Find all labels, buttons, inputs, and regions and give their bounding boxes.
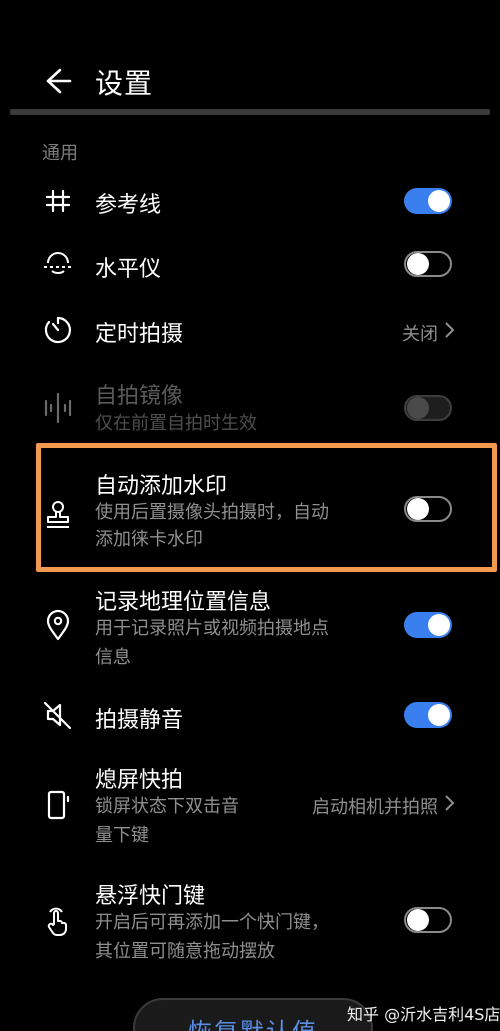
toggle-knob — [407, 253, 429, 275]
setting-row-mirror[interactable]: 自拍镜像 仅在前置自拍时生效 — [0, 372, 500, 444]
setting-title-snapshot: 熄屏快拍 — [95, 768, 184, 793]
setting-row-location[interactable]: 记录地理位置信息 用于记录照片或视频拍摄地点 信息 — [0, 580, 500, 672]
toggle-knob — [407, 397, 429, 419]
section-label: 通用 — [42, 143, 78, 164]
highlight-box — [36, 443, 497, 572]
setting-subtitle-snapshot-2: 量下键 — [95, 825, 149, 846]
setting-subtitle-floating-1: 开启后可再添加一个快门键， — [95, 912, 329, 933]
mirror-toggle[interactable] — [404, 395, 452, 421]
phone-snapshot-icon — [40, 786, 76, 822]
grid-toggle[interactable] — [404, 188, 452, 214]
setting-row-floating-shutter[interactable]: 悬浮快门键 开启后可再添加一个快门键， 其位置可随意拖动摆放 — [0, 874, 500, 970]
level-toggle[interactable] — [404, 251, 452, 277]
setting-row-timer[interactable]: 定时拍摄 关闭 — [0, 308, 500, 352]
floating-shutter-toggle[interactable] — [404, 907, 452, 933]
mute-icon — [40, 697, 76, 733]
header-divider — [10, 109, 490, 115]
timer-icon — [40, 312, 76, 348]
mirror-icon — [40, 390, 76, 426]
setting-title-location: 记录地理位置信息 — [95, 590, 272, 615]
chevron-right-icon — [444, 321, 456, 339]
setting-title-level: 水平仪 — [95, 257, 162, 282]
setting-title-mirror: 自拍镜像 — [95, 384, 184, 409]
source-watermark: 知乎 @沂水吉利4S店 — [347, 1005, 500, 1024]
setting-subtitle-mirror: 仅在前置自拍时生效 — [95, 413, 257, 434]
toggle-knob — [428, 614, 450, 636]
arrow-left-icon[interactable] — [40, 64, 74, 98]
toggle-knob — [407, 909, 429, 931]
toggle-knob — [428, 704, 450, 726]
restore-defaults-button[interactable]: 恢复默认值 — [133, 998, 373, 1031]
toggle-knob — [428, 190, 450, 212]
setting-subtitle-floating-2: 其位置可随意拖动摆放 — [95, 941, 275, 962]
setting-subtitle-snapshot-1: 锁屏状态下双击音 — [95, 796, 239, 817]
grid-hash-icon — [40, 183, 76, 219]
location-pin-icon — [40, 607, 76, 643]
setting-title-mute: 拍摄静音 — [95, 708, 184, 733]
page-title: 设置 — [95, 67, 154, 100]
chevron-right-icon — [444, 794, 456, 812]
level-icon — [40, 246, 76, 282]
setting-row-snapshot[interactable]: 熄屏快拍 锁屏状态下双击音 量下键 启动相机并拍照 — [0, 758, 500, 854]
timer-value: 关闭 — [402, 324, 438, 345]
setting-title-grid: 参考线 — [95, 193, 162, 218]
mute-toggle[interactable] — [404, 702, 452, 728]
setting-title-timer: 定时拍摄 — [95, 322, 184, 347]
setting-subtitle-location-1: 用于记录照片或视频拍摄地点 — [95, 618, 329, 639]
restore-defaults-label: 恢复默认值 — [135, 1012, 371, 1031]
setting-title-floating-shutter: 悬浮快门键 — [95, 884, 206, 909]
snapshot-value: 启动相机并拍照 — [312, 797, 438, 818]
tap-hand-icon — [40, 902, 76, 938]
header: 设置 — [0, 50, 500, 110]
setting-row-level[interactable]: 水平仪 — [0, 244, 500, 288]
setting-row-mute[interactable]: 拍摄静音 — [0, 694, 500, 738]
location-toggle[interactable] — [404, 612, 452, 638]
setting-row-grid[interactable]: 参考线 — [0, 180, 500, 224]
setting-subtitle-location-2: 信息 — [95, 647, 131, 668]
